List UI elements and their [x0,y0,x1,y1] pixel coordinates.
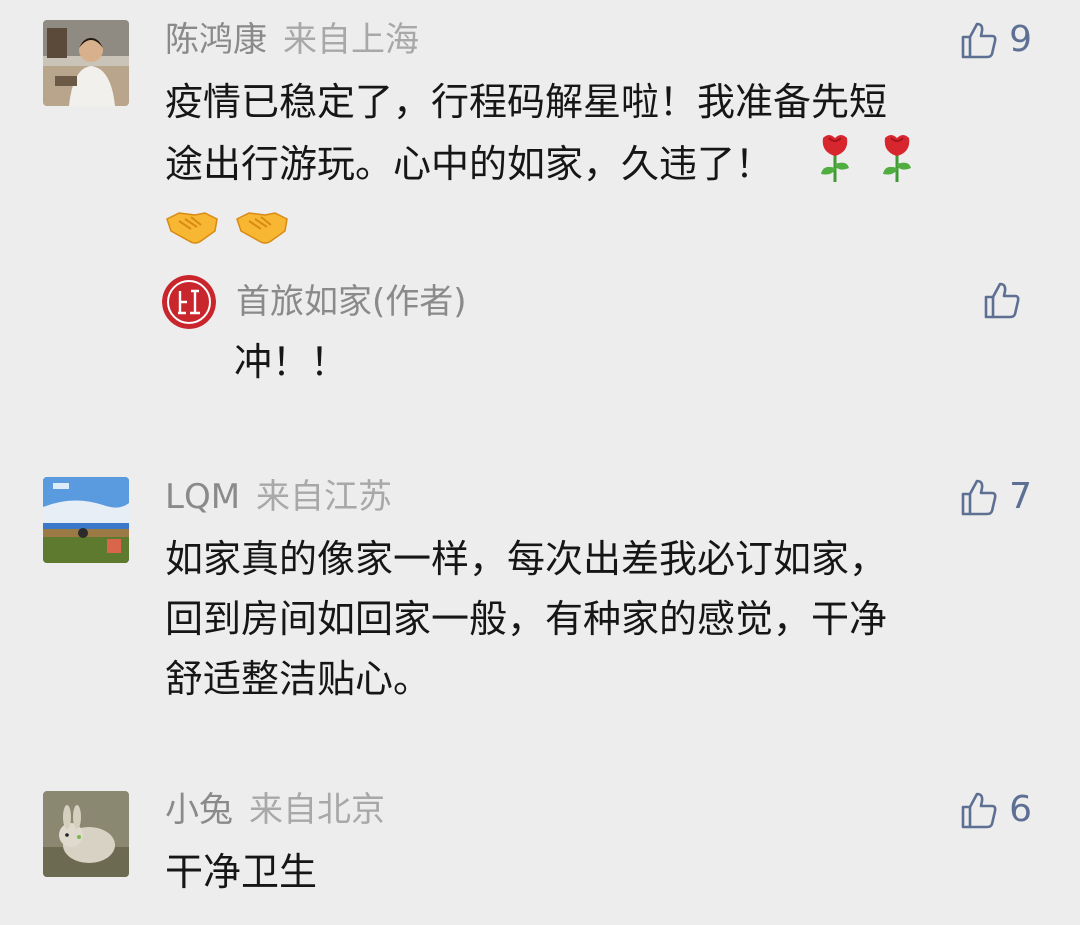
comment-item: LQM 来自江苏 7 如家真的像家一样，每次出差我必订如家， 回到房间如回家一般，… [0,460,1080,760]
handshake-emoji [235,204,289,264]
like-button[interactable]: 9 [959,18,1032,62]
comment-item: 陈鸿康 来自上海 9 疫情已稳定了，行程码解星啦！我准备先短 途出行游玩。心中的如… [0,0,1080,430]
comment-text-line: 干净卫生 [165,850,318,894]
author-location: 来自上海 [283,20,419,60]
comment-text: 干净卫生 [165,842,317,902]
like-count: 9 [1009,19,1032,60]
like-button[interactable] [982,280,1032,320]
thumbs-up-icon [961,22,997,59]
rose-emoji [877,132,917,201]
avatar[interactable] [43,20,129,106]
comment-emoji-line [165,201,917,261]
thumbs-up-icon [984,282,1020,319]
author-name[interactable]: 陈鸿康 [165,20,267,60]
author-line: 陈鸿康 来自上海 [165,18,419,62]
comment-text: 如家真的像家一样，每次出差我必订如家， 回到房间如回家一般，有种家的感觉，干净 … [165,529,887,709]
author-name[interactable]: 小兔 [165,790,233,830]
comment-text-line: 途出行游玩。心中的如家，久违了！ [165,132,917,201]
like-count: 6 [1009,789,1032,830]
avatar[interactable] [43,477,129,563]
like-count: 7 [1009,476,1032,517]
comment-text-line: 舒适整洁贴心。 [165,657,432,701]
reply-author-name[interactable]: 首旅如家(作者) [236,280,467,324]
comment-text: 疫情已稳定了，行程码解星啦！我准备先短 途出行游玩。心中的如家，久违了！ [165,72,917,261]
reply-text: 冲！！ [234,340,349,384]
avatar[interactable] [43,791,129,877]
comment-item: 小兔 来自北京 6 干净卫生 [0,775,1080,925]
author-name[interactable]: LQM [165,477,240,517]
handshake-emoji [165,204,219,264]
author-location: 来自江苏 [256,477,393,517]
rose-emoji [815,132,855,201]
author-line: 小兔 来自北京 [165,788,385,832]
like-button[interactable]: 7 [959,475,1032,519]
avatar[interactable] [162,275,216,329]
author-line: LQM 来自江苏 [165,475,392,519]
like-button[interactable]: 6 [959,788,1032,832]
comment-text-line: 疫情已稳定了，行程码解星啦！我准备先短 [165,80,888,124]
author-location: 来自北京 [249,790,385,830]
comment-text-line: 如家真的像家一样，每次出差我必订如家， [165,537,888,581]
comment-text-line: 回到房间如回家一般，有种家的感觉，干净 [165,597,888,641]
thumbs-up-icon [961,792,997,829]
thumbs-up-icon [961,479,997,516]
